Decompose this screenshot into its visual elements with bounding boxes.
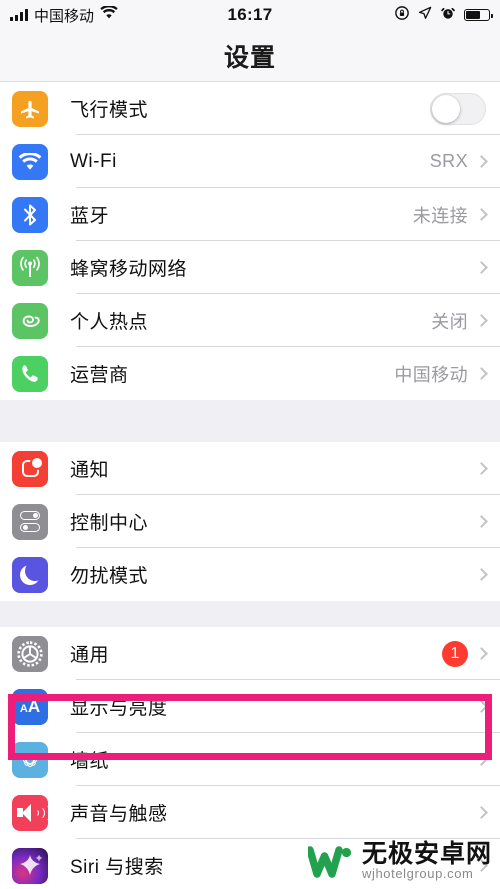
bluetooth-icon bbox=[12, 196, 48, 233]
chevron-right-icon bbox=[475, 314, 488, 327]
watermark: 无极安卓网 wjhotelgroup.com bbox=[307, 841, 492, 881]
settings-row-accessory[interactable] bbox=[475, 462, 500, 475]
do-not-disturb-moon-icon bbox=[12, 556, 48, 593]
settings-group-notifications: 通知 控制中心 勿扰模式 bbox=[0, 442, 500, 601]
chevron-right-icon bbox=[475, 568, 488, 581]
settings-row-label: 个人热点 bbox=[70, 312, 149, 333]
location-arrow-icon bbox=[418, 6, 432, 25]
wifi-icon bbox=[100, 4, 118, 24]
settings-row-label: 运营商 bbox=[70, 365, 129, 386]
settings-row-carrier[interactable]: 运营商 中国移动 bbox=[0, 347, 500, 400]
settings-row-personal-hotspot[interactable]: 个人热点 关闭 bbox=[0, 294, 500, 347]
settings-row-wifi[interactable]: Wi-Fi SRX bbox=[0, 135, 500, 188]
settings-row-label: 声音与触感 bbox=[70, 804, 168, 825]
settings-row-accessory[interactable]: 关闭 bbox=[431, 308, 500, 334]
group-gap bbox=[0, 400, 500, 442]
chevron-right-icon bbox=[475, 155, 488, 168]
settings-row-accessory[interactable]: 1 bbox=[442, 640, 500, 667]
settings-row-cellular[interactable]: 蜂窝移动网络 bbox=[0, 241, 500, 294]
settings-row-label: 通用 bbox=[70, 645, 110, 666]
settings-row-label: 勿扰模式 bbox=[70, 566, 149, 587]
watermark-site-name: 无极安卓网 bbox=[361, 840, 492, 869]
watermark-url: wjhotelgroup.com bbox=[361, 866, 474, 882]
airplane-mode-toggle[interactable] bbox=[430, 92, 486, 125]
status-time: 16:17 bbox=[227, 5, 273, 24]
settings-row-do-not-disturb[interactable]: 勿扰模式 bbox=[0, 548, 500, 601]
status-bar-left: 中国移动 bbox=[10, 4, 118, 26]
settings-row-accessory[interactable]: SRX bbox=[430, 151, 500, 172]
status-carrier-label: 中国移动 bbox=[34, 7, 95, 25]
settings-row-sounds-haptics[interactable]: 声音与触感 bbox=[0, 786, 500, 839]
wifi-value: SRX bbox=[429, 151, 468, 171]
hotspot-value: 关闭 bbox=[431, 311, 468, 332]
settings-row-accessory[interactable] bbox=[475, 568, 500, 581]
settings-row-label: 飞行模式 bbox=[70, 100, 149, 121]
settings-row-notifications[interactable]: 通知 bbox=[0, 442, 500, 495]
group-gap bbox=[0, 601, 500, 627]
wifi-icon bbox=[12, 143, 48, 180]
w-logo-icon bbox=[307, 844, 354, 878]
chevron-right-icon bbox=[475, 700, 488, 713]
page-title: 设置 bbox=[223, 43, 276, 72]
wallpaper-flower-icon bbox=[12, 741, 48, 778]
status-badge: 1 bbox=[442, 640, 468, 667]
settings-row-control-center[interactable]: 控制中心 bbox=[0, 495, 500, 548]
settings-row-label: 显示与亮度 bbox=[70, 698, 168, 719]
airplane-icon bbox=[12, 90, 48, 127]
settings-row-airplane-mode[interactable]: 飞行模式 bbox=[0, 82, 500, 135]
chevron-right-icon bbox=[475, 261, 488, 274]
settings-row-bluetooth[interactable]: 蓝牙 未连接 bbox=[0, 188, 500, 241]
settings-row-label: Siri 与搜索 bbox=[70, 857, 164, 878]
phone-icon bbox=[12, 355, 48, 392]
settings-row-label: 墙纸 bbox=[70, 751, 110, 772]
chevron-right-icon bbox=[475, 647, 488, 660]
status-bar-right bbox=[395, 0, 493, 30]
settings-row-wallpaper[interactable]: 墙纸 bbox=[0, 733, 500, 786]
siri-icon bbox=[12, 847, 48, 884]
chevron-right-icon bbox=[475, 462, 488, 475]
settings-group-connectivity: 飞行模式 Wi-Fi SRX 蓝牙 未连接 蜂窝移动网络 个人热点 关闭 运营商… bbox=[0, 82, 500, 400]
settings-row-accessory[interactable] bbox=[430, 92, 500, 125]
settings-row-accessory[interactable]: 中国移动 bbox=[394, 361, 500, 387]
chevron-right-icon bbox=[475, 753, 488, 766]
sound-speaker-icon bbox=[12, 794, 48, 831]
settings-row-label: Wi-Fi bbox=[70, 150, 117, 172]
settings-row-label: 通知 bbox=[70, 460, 110, 481]
settings-row-accessory[interactable] bbox=[475, 806, 500, 819]
chevron-right-icon bbox=[475, 806, 488, 819]
settings-row-display-brightness[interactable]: AA 显示与亮度 bbox=[0, 680, 500, 733]
control-center-icon bbox=[12, 503, 48, 540]
notification-icon bbox=[12, 450, 48, 487]
gear-icon bbox=[12, 635, 48, 672]
bluetooth-value: 未连接 bbox=[412, 205, 468, 226]
personal-hotspot-icon bbox=[12, 302, 48, 339]
settings-row-accessory[interactable] bbox=[468, 261, 500, 274]
cellular-antenna-icon bbox=[12, 249, 48, 286]
display-brightness-aa-icon: AA bbox=[12, 688, 48, 725]
alarm-clock-icon bbox=[441, 6, 455, 25]
settings-row-accessory[interactable] bbox=[475, 753, 500, 766]
signal-bars-icon bbox=[10, 9, 28, 21]
chevron-right-icon bbox=[475, 208, 488, 221]
settings-row-accessory[interactable] bbox=[475, 515, 500, 528]
settings-row-label: 蜂窝移动网络 bbox=[70, 259, 188, 280]
chevron-right-icon bbox=[475, 367, 488, 380]
settings-row-accessory[interactable] bbox=[475, 700, 500, 713]
settings-list-scroll[interactable]: 飞行模式 Wi-Fi SRX 蓝牙 未连接 蜂窝移动网络 个人热点 关闭 运营商… bbox=[0, 82, 500, 889]
watermark-text: 无极安卓网 wjhotelgroup.com bbox=[362, 841, 492, 881]
navigation-bar: 设置 bbox=[0, 30, 500, 82]
status-bar: 中国移动 16:17 bbox=[0, 0, 500, 30]
settings-row-label: 蓝牙 bbox=[70, 206, 110, 227]
settings-row-accessory[interactable]: 未连接 bbox=[413, 202, 500, 228]
chevron-right-icon bbox=[475, 515, 488, 528]
battery-icon bbox=[464, 9, 493, 21]
carrier-value: 中国移动 bbox=[394, 364, 468, 385]
rotation-lock-icon bbox=[395, 5, 409, 25]
settings-screen: 中国移动 16:17 设置 飞行模式 Wi-Fi SRX 蓝牙 未连接 蜂窝移动… bbox=[0, 0, 500, 889]
settings-row-label: 控制中心 bbox=[70, 513, 149, 534]
settings-row-general[interactable]: 通用 1 bbox=[0, 627, 500, 680]
